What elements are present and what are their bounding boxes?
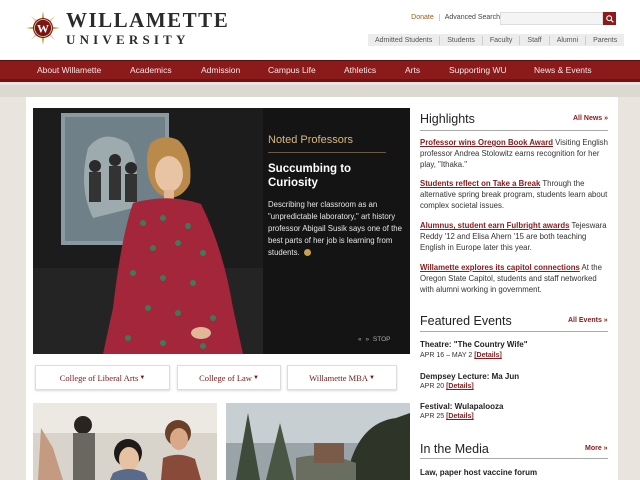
hero-divider [268, 152, 386, 153]
pause-icon[interactable]: » [365, 336, 369, 343]
utility-links: Donate Advanced Search [411, 14, 500, 21]
audience-link-parents[interactable]: Parents [586, 36, 624, 45]
compass-seal-icon: W [26, 11, 60, 45]
news-item: Professor wins Oregon Book Award Visitin… [420, 137, 610, 170]
hero-professor-photo [33, 108, 263, 354]
news-headline[interactable]: Alumnus, student earn Fulbright awards [420, 221, 569, 230]
willamette-mba-label: Willamette MBA [309, 372, 368, 383]
nav-item-about[interactable]: About Willamette [37, 65, 101, 75]
hero-caption: Noted Professors Succumbing to Curiosity… [268, 108, 410, 354]
willamette-mba-button[interactable]: Willamette MBA ▼ [287, 365, 397, 390]
hero-slideshow: Noted Professors Succumbing to Curiosity… [33, 108, 410, 354]
caret-down-icon: ▼ [252, 374, 259, 381]
news-headline[interactable]: Professor wins Oregon Book Award [420, 138, 553, 147]
event-date-text: APR 16 – MAY 2 [420, 352, 475, 359]
event-date: APR 16 – MAY 2 [Details] [420, 352, 502, 359]
news-headline[interactable]: Willamette explores its capitol connecti… [420, 263, 580, 272]
nav-item-admission[interactable]: Admission [201, 65, 240, 75]
nav-item-campus-life[interactable]: Campus Life [268, 65, 316, 75]
more-media-link[interactable]: More » [585, 445, 608, 452]
college-law-button[interactable]: College of Law ▼ [177, 365, 281, 390]
event-title[interactable]: Dempsey Lecture: Ma Jun [420, 372, 519, 381]
donate-link[interactable]: Donate [411, 14, 440, 21]
nav-item-athletics[interactable]: Athletics [344, 65, 376, 75]
hero-description-text: Describing her classroom as an "unpredic… [268, 200, 402, 257]
wordmark-line1: WILLAMETTE [66, 8, 230, 32]
search-input[interactable] [500, 12, 603, 25]
audience-link-students[interactable]: Students [440, 35, 483, 45]
all-news-link[interactable]: All News » [573, 115, 608, 122]
event-date: APR 25 [Details] [420, 413, 474, 420]
site-header: W WILLAMETTE UNIVERSITY Donate Advanced … [0, 0, 640, 60]
hero-description: Describing her classroom as an "unpredic… [268, 199, 403, 259]
nav-item-supporting-wu[interactable]: Supporting WU [449, 65, 507, 75]
nav-item-news-events[interactable]: News & Events [534, 65, 592, 75]
event-date: APR 20 [Details] [420, 383, 474, 390]
event-date-text: APR 20 [420, 383, 447, 390]
nav-shadow-strip [0, 85, 640, 97]
audience-link-staff[interactable]: Staff [520, 35, 550, 45]
students-photo[interactable] [33, 403, 217, 480]
audience-links: Admitted Students Students Faculty Staff… [368, 34, 625, 46]
audience-link-faculty[interactable]: Faculty [483, 35, 521, 45]
magnifier-icon [605, 14, 614, 23]
college-liberal-arts-button[interactable]: College of Liberal Arts ▼ [35, 365, 170, 390]
college-law-label: College of Law [199, 372, 252, 383]
event-details-link[interactable]: [Details] [446, 383, 474, 390]
nav-item-arts[interactable]: Arts [405, 65, 420, 75]
slideshow-stop-label[interactable]: STOP [373, 336, 391, 343]
slideshow-controls[interactable]: « » STOP [358, 336, 390, 343]
event-details-link[interactable]: [Details] [474, 352, 502, 359]
hero-title[interactable]: Succumbing to Curiosity [268, 162, 398, 190]
main-nav: About Willamette Academics Admission Cam… [0, 60, 640, 82]
college-liberal-arts-label: College of Liberal Arts [59, 372, 139, 383]
highlights-rule [420, 130, 608, 131]
highlights-heading: Highlights [420, 112, 475, 126]
read-more-icon[interactable] [303, 249, 311, 257]
wordmark: WILLAMETTE UNIVERSITY [66, 8, 230, 47]
news-item: Students reflect on Take a Break Through… [420, 178, 610, 211]
nav-item-academics[interactable]: Academics [130, 65, 172, 75]
events-heading: Featured Events [420, 314, 512, 328]
media-heading: In the Media [420, 442, 489, 456]
news-item: Willamette explores its capitol connecti… [420, 262, 610, 295]
event-date-text: APR 25 [420, 413, 447, 420]
event-details-link[interactable]: [Details] [446, 413, 474, 420]
all-events-link[interactable]: All Events » [568, 317, 608, 324]
caret-down-icon: ▼ [139, 374, 146, 381]
caret-down-icon: ▼ [368, 374, 375, 381]
news-item: Alumnus, student earn Fulbright awards T… [420, 220, 610, 253]
event-title[interactable]: Festival: Wulapalooza [420, 402, 503, 411]
media-item-title[interactable]: Law, paper host vaccine forum [420, 468, 537, 477]
wordmark-line2: UNIVERSITY [66, 32, 190, 47]
event-title[interactable]: Theatre: "The Country Wife" [420, 340, 528, 349]
hero-kicker: Noted Professors [268, 134, 353, 146]
search-button[interactable] [603, 12, 616, 25]
university-logo[interactable]: W WILLAMETTE UNIVERSITY [26, 10, 229, 46]
svg-text:W: W [37, 22, 49, 36]
advanced-search-link[interactable]: Advanced Search [445, 14, 500, 21]
media-rule [420, 458, 608, 459]
previous-arrows-icon[interactable]: « [358, 336, 362, 343]
campus-photo[interactable] [226, 403, 410, 480]
search-box [500, 12, 616, 25]
news-headline[interactable]: Students reflect on Take a Break [420, 179, 540, 188]
events-rule [420, 331, 608, 332]
audience-link-admitted[interactable]: Admitted Students [368, 35, 441, 45]
audience-link-alumni[interactable]: Alumni [550, 35, 587, 45]
